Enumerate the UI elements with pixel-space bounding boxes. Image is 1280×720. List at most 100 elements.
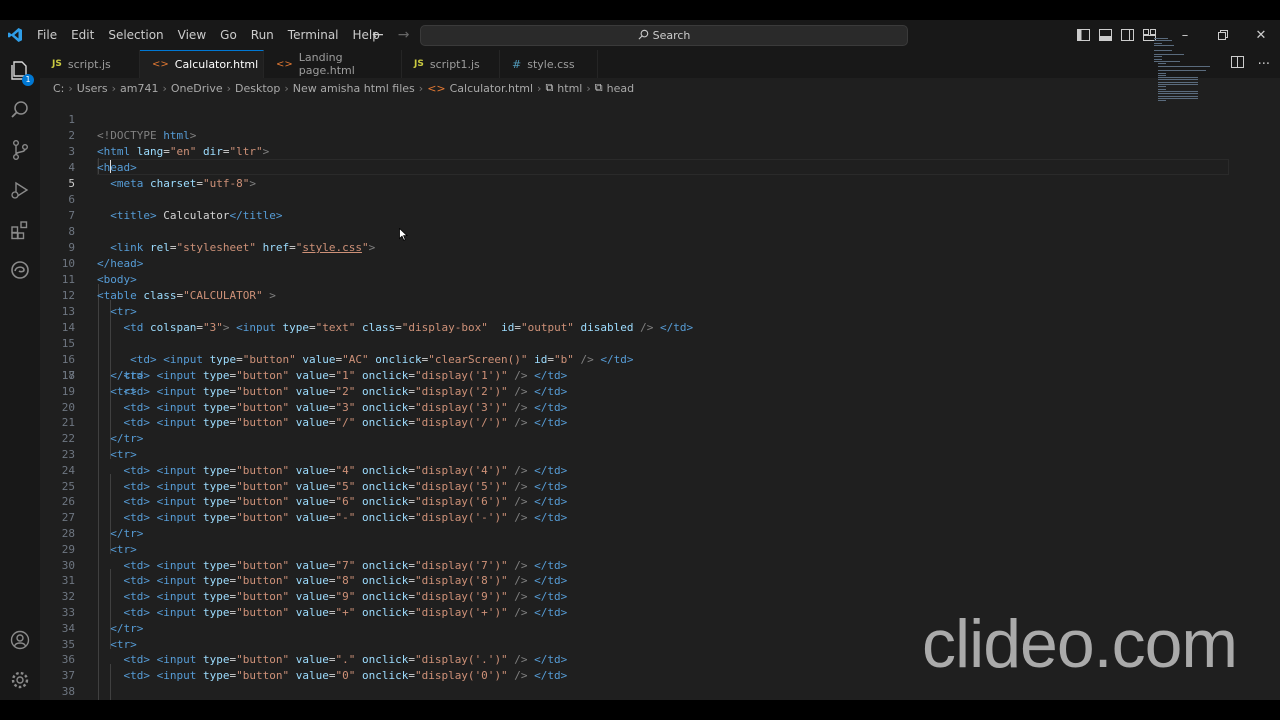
tab-script-js[interactable]: JS script.js [40,50,140,78]
code-line: 9 </head> [40,224,1190,270]
token: )" [494,400,508,414]
menu-selection[interactable]: Selection [101,20,170,50]
code-line: 28 </tr> [40,526,1190,542]
token: value [289,558,329,572]
token: "display( [414,369,475,382]
code-line: 12 <tr> [40,272,1190,318]
minimap-line [1158,79,1198,81]
accounts-icon[interactable] [0,620,40,660]
toggle-secondary-sidebar-icon[interactable] [1116,29,1138,41]
breadcrumb-item[interactable]: Calculator.html [450,82,533,95]
minimap-line [1154,61,1180,62]
token: 2 [342,384,349,398]
minimap-line [1158,84,1198,85]
breadcrumb-item[interactable]: head [607,82,634,95]
line-number: 36 [61,653,75,667]
command-center-search[interactable]: Search [420,25,908,46]
token: '5' [474,479,495,493]
line-number: 34 [61,621,75,635]
forward-arrow-icon[interactable]: → [398,27,410,43]
token: <input [150,511,197,525]
minimap-line [1158,65,1210,67]
close-icon[interactable]: ✕ [1242,28,1280,43]
extensions-icon[interactable] [0,210,40,250]
token: )" [494,574,508,588]
token: <td> [123,463,151,477]
source-control-icon[interactable] [0,130,40,170]
token: onclick [355,511,409,525]
tab-script1-js[interactable]: JS script1.js [402,50,500,78]
token: </td> [527,574,568,588]
token: type [196,558,230,572]
token: )" [494,558,508,572]
token: <td> [123,495,151,509]
toggle-panel-icon[interactable] [1094,29,1116,41]
breadcrumb-item[interactable]: Desktop [235,82,280,95]
token: type [196,606,230,619]
menu-file[interactable]: File [30,20,64,50]
menu-terminal[interactable]: Terminal [281,20,346,50]
token: = [408,384,415,398]
breadcrumb-item[interactable]: C: [53,82,64,95]
minimap-line [1154,40,1172,42]
code-line: 8 <link rel="stylesheet" href="style.css… [40,208,1190,254]
tab-landing-page-html[interactable]: <> Landing page.html [264,50,402,78]
minimap-line [1158,63,1166,65]
explorer-icon[interactable]: 1 [0,50,40,90]
token: )" [494,416,508,430]
tab-label: script.js [67,57,111,71]
token: value [289,574,329,588]
editor-tabs: JS script.js <> Calculator.html <> Landi… [40,50,1280,78]
menu-edit[interactable]: Edit [64,20,101,50]
back-arrow-icon[interactable]: ← [372,27,384,43]
token: <td> [123,558,151,572]
tab-calculator-html[interactable]: <> Calculator.html [140,50,264,78]
toggle-primary-sidebar-icon[interactable] [1072,29,1094,41]
token: "display( [414,384,475,398]
token: /> [507,653,528,667]
breadcrumb-item[interactable]: OneDrive [171,82,223,95]
menu-go[interactable]: Go [213,20,244,50]
breadcrumb-item[interactable]: html [557,82,582,95]
token: type [196,384,230,398]
search-icon[interactable] [0,90,40,130]
token: onclick [355,400,409,414]
token: "display( [414,495,475,509]
line-number: 19 [61,384,75,398]
token: type [196,495,230,509]
code-line: 27 <td> <input type="button" value="-" o… [40,510,1190,526]
token: type [196,574,230,588]
token: "display( [414,669,475,683]
tab-label: Calculator.html [174,58,259,71]
more-actions-icon[interactable]: ··· [1258,57,1270,72]
tab-label: style.css [527,57,575,71]
tab-style-css[interactable]: # style.css [500,50,598,78]
breadcrumb-item[interactable]: Users [77,82,108,95]
edge-devtools-icon[interactable] [0,250,40,290]
token: <td> [123,511,151,525]
breadcrumb-item[interactable]: New amisha html files [293,82,415,95]
menu-view[interactable]: View [171,20,213,50]
menu-run[interactable]: Run [244,20,281,50]
line-number: 33 [61,606,75,619]
token: )" [494,479,508,493]
tab-label: Landing page.html [298,51,355,77]
minimap-line [1154,58,1162,60]
minimap[interactable] [1154,38,1214,108]
run-and-debug-icon[interactable] [0,170,40,210]
token: "button" [236,369,290,382]
code-line: 17 <tr> [40,352,1190,398]
code-line: 18 <td> <input type="button" value="1" o… [40,368,1190,384]
code-line: 24 <td> <input type="button" value="4" o… [40,463,1190,479]
token: "display( [414,416,475,430]
token: <input [150,416,197,430]
manage-gear-icon[interactable] [0,660,40,700]
breadcrumb-item[interactable]: am741 [120,82,158,95]
split-editor-icon[interactable] [1230,56,1244,72]
line-number: 18 [61,369,75,382]
token: '-' [474,511,495,525]
navigation-arrows: ← → [372,20,409,50]
token: value [289,369,329,382]
token: value [289,384,329,398]
search-label: Search [652,29,691,42]
